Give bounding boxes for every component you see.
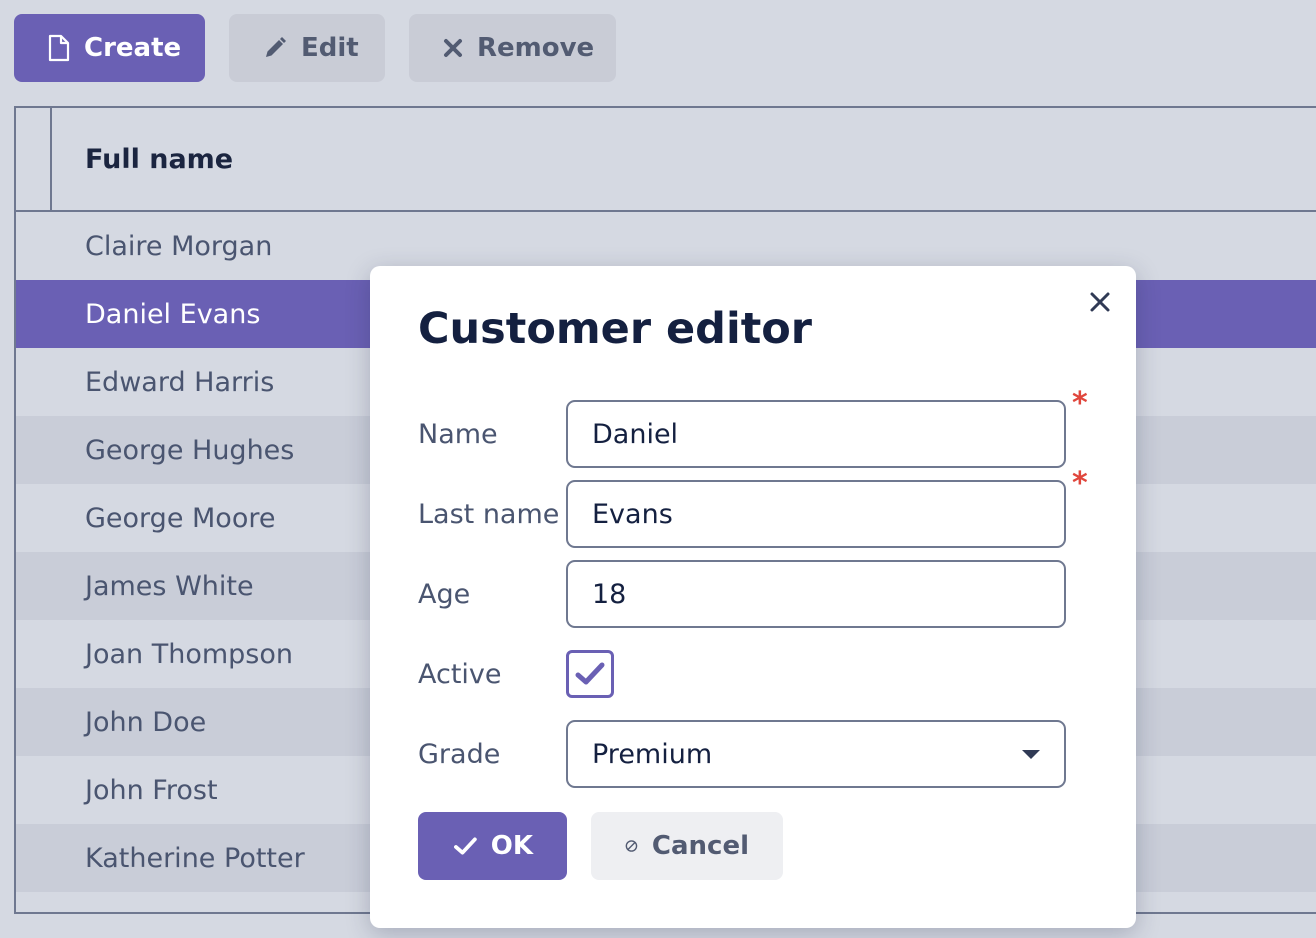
- customer-editor-dialog: Customer editor Name * Last name * Age A…: [370, 266, 1136, 928]
- cancel-button[interactable]: Cancel: [591, 812, 783, 880]
- grid-header: Full name: [16, 108, 1316, 212]
- x-icon: [444, 39, 462, 57]
- dialog-buttons: OK Cancel: [418, 812, 783, 880]
- create-button[interactable]: Create: [14, 14, 205, 82]
- full-name-column-header[interactable]: Full name: [85, 144, 233, 175]
- active-row: Active: [418, 640, 614, 708]
- grade-row: Grade Premium: [418, 720, 1066, 788]
- cancel-button-label: Cancel: [651, 831, 749, 861]
- remove-button-label: Remove: [477, 33, 595, 63]
- age-field[interactable]: [566, 560, 1066, 628]
- age-row: Age: [418, 560, 1066, 628]
- file-icon: [48, 34, 70, 62]
- name-field[interactable]: [566, 400, 1066, 468]
- pencil-icon: [266, 37, 286, 57]
- ok-button-label: OK: [490, 831, 533, 861]
- chevron-down-icon: [1022, 749, 1040, 759]
- age-label: Age: [418, 578, 471, 610]
- edit-button[interactable]: Edit: [229, 14, 385, 82]
- grade-select[interactable]: Premium: [566, 720, 1066, 788]
- last-name-row: Last name *: [418, 466, 1088, 548]
- active-checkbox[interactable]: [566, 650, 614, 698]
- dialog-title: Customer editor: [418, 304, 812, 354]
- ok-button[interactable]: OK: [418, 812, 567, 880]
- check-icon: [575, 662, 605, 685]
- last-name-label: Last name: [418, 498, 560, 530]
- grade-select-value: Premium: [592, 738, 713, 770]
- grade-label: Grade: [418, 738, 501, 770]
- remove-button[interactable]: Remove: [409, 14, 616, 82]
- name-row: Name *: [418, 386, 1088, 468]
- ban-icon: [625, 840, 638, 852]
- edit-button-label: Edit: [301, 33, 359, 63]
- name-label: Name: [418, 418, 498, 450]
- required-indicator: *: [1072, 386, 1088, 421]
- required-indicator: *: [1072, 466, 1088, 501]
- close-icon[interactable]: [1086, 288, 1114, 316]
- active-label: Active: [418, 658, 502, 690]
- toolbar: Create Edit Remove: [14, 14, 616, 82]
- create-button-label: Create: [84, 33, 182, 63]
- check-icon: [454, 837, 477, 855]
- selection-column-header[interactable]: [16, 108, 52, 210]
- last-name-field[interactable]: [566, 480, 1066, 548]
